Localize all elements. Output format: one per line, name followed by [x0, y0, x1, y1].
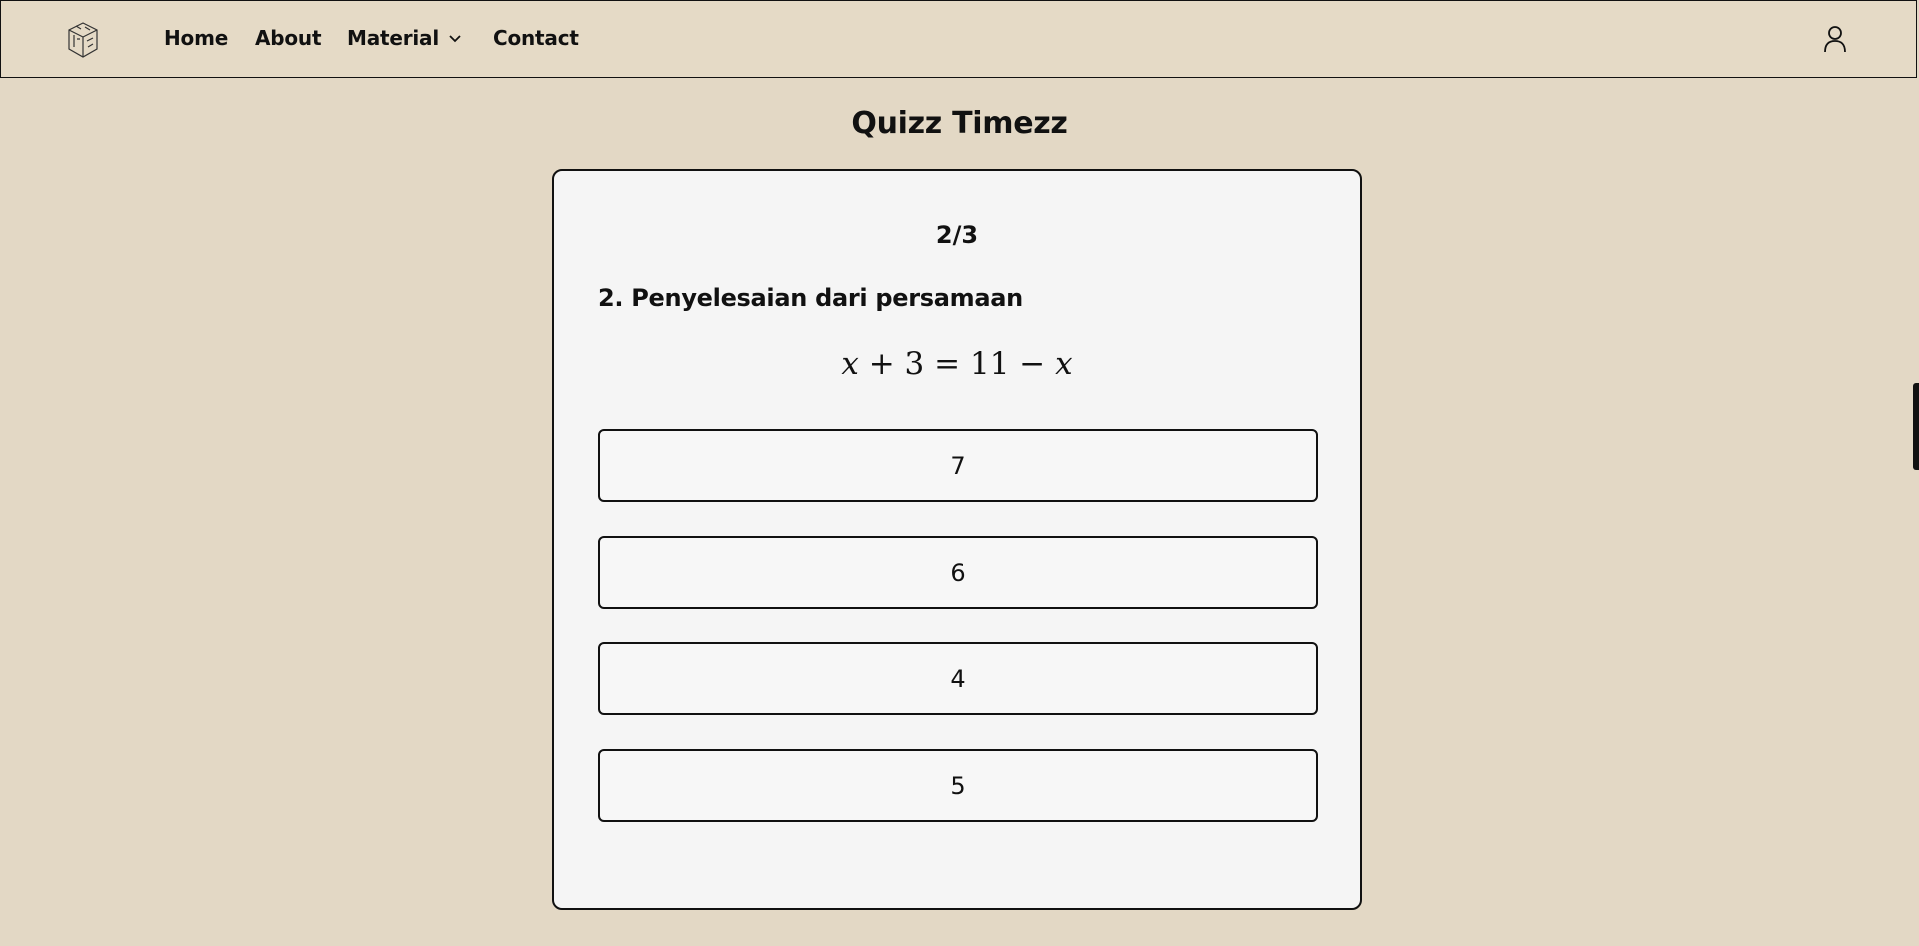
question-text: 2. Penyelesaian dari persamaan: [598, 284, 1023, 312]
equation-var-left: x: [841, 346, 859, 382]
chevron-down-icon: [449, 35, 461, 43]
answer-option-label: 7: [950, 451, 966, 480]
question-equation: x + 3 = 11 − x: [554, 346, 1360, 382]
scrollbar-thumb[interactable]: [1913, 383, 1919, 470]
answer-option-label: 4: [950, 664, 966, 693]
quiz-card: 2/3 2. Penyelesaian dari persamaan x + 3…: [552, 169, 1362, 910]
equation-equals: =: [934, 346, 961, 382]
nav-material-dropdown[interactable]: Material: [347, 26, 463, 50]
answer-option[interactable]: 5: [598, 749, 1318, 822]
quiz-progress: 2/3: [935, 221, 979, 249]
nav-contact-link[interactable]: Contact: [493, 26, 579, 50]
equation-plus: +: [868, 346, 895, 382]
answer-option[interactable]: 6: [598, 536, 1318, 609]
equation-minus: −: [1019, 346, 1046, 382]
answer-option-label: 6: [950, 558, 966, 587]
answer-option[interactable]: 7: [598, 429, 1318, 502]
nav-material-label: Material: [347, 26, 439, 50]
user-icon[interactable]: [1823, 25, 1847, 53]
nav-about-link[interactable]: About: [255, 26, 322, 50]
page-title: Quizz Timezz: [851, 106, 1068, 141]
answer-option-label: 5: [950, 771, 966, 800]
equation-var-right: x: [1055, 346, 1073, 382]
equation-const-right: 11: [969, 346, 1010, 382]
nav-home-link[interactable]: Home: [164, 26, 228, 50]
logo-icon[interactable]: [67, 21, 99, 59]
navbar: Home About Material Contact: [0, 0, 1917, 78]
equation-const-left: 3: [904, 346, 925, 382]
answer-option[interactable]: 4: [598, 642, 1318, 715]
